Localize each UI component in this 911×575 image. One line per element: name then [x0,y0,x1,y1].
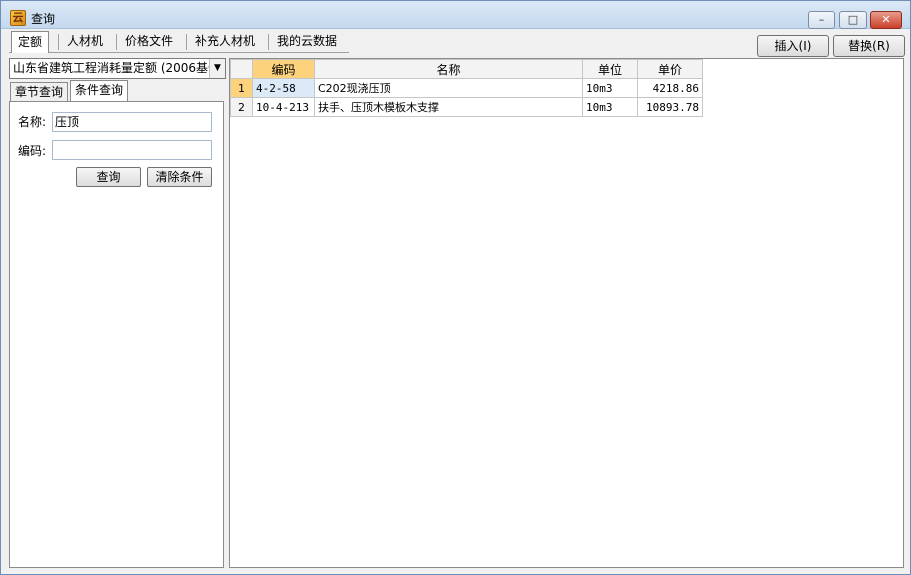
quota-library-value: 山东省建筑工程消耗量定额 (2006基价 [13,61,221,75]
cell-price[interactable]: 4218.86 [637,78,703,98]
tab-my-cloud-data[interactable]: 我的云数据 [271,31,343,53]
table-row[interactable]: 2 10-4-213 扶手、压顶木模板木支撑 10m3 10893.78 [230,97,703,117]
code-label: 编码: [18,144,47,158]
insert-button[interactable]: 插入(I) [757,35,829,57]
left-panel: 山东省建筑工程消耗量定额 (2006基价 ▼ 章节查询 条件查询 名称: 压顶 … [9,58,226,568]
query-window: 云 查询 – □ ✕ 定额 人材机 价格文件 补充人材机 我的云数据 插入(I)… [0,0,911,575]
cell-name[interactable]: 扶手、压顶木模板木支撑 [314,97,583,117]
maximize-icon[interactable]: □ [839,11,867,29]
results-table: 编码 名称 单位 单价 1 4-2-58 C202现浇压顶 10m3 4218.… [230,59,703,117]
name-label: 名称: [18,115,47,129]
results-grid[interactable]: 编码 名称 单位 单价 1 4-2-58 C202现浇压顶 10m3 4218.… [229,58,904,568]
table-row[interactable]: 1 4-2-58 C202现浇压顶 10m3 4218.86 [230,78,703,98]
window-title: 查询 [31,12,56,26]
chevron-down-icon[interactable]: ▼ [209,59,225,78]
cell-code[interactable]: 10-4-213 [252,97,315,117]
top-tab-bar: 定额 人材机 价格文件 补充人材机 我的云数据 [9,31,349,53]
name-field[interactable]: 压顶 [52,112,212,132]
tab-supplement-labor-material[interactable]: 补充人材机 [189,31,261,53]
query-button[interactable]: 查询 [76,167,141,187]
minimize-icon[interactable]: – [808,11,835,29]
row-number[interactable]: 1 [230,78,253,98]
tab-separator [58,34,59,50]
tab-separator [186,34,187,50]
column-header-unit[interactable]: 单位 [582,59,638,79]
cell-code[interactable]: 4-2-58 [252,78,315,98]
row-number-header [230,59,253,79]
cell-unit[interactable]: 10m3 [582,97,638,117]
clear-conditions-button[interactable]: 清除条件 [147,167,212,187]
condition-query-form: 名称: 压顶 编码: 查询 清除条件 [9,101,224,568]
close-icon[interactable]: ✕ [870,11,902,29]
column-header-code[interactable]: 编码 [252,59,315,79]
table-header-row: 编码 名称 单位 单价 [230,59,703,79]
cell-unit[interactable]: 10m3 [582,78,638,98]
tab-chapter-query[interactable]: 章节查询 [10,82,69,102]
tab-separator [116,34,117,50]
cell-name[interactable]: C202现浇压顶 [314,78,583,98]
tab-condition-query[interactable]: 条件查询 [70,80,129,102]
replace-button[interactable]: 替换(R) [833,35,905,57]
tab-quota[interactable]: 定额 [11,31,50,53]
quota-library-select[interactable]: 山东省建筑工程消耗量定额 (2006基价 ▼ [9,58,226,79]
code-field[interactable] [52,140,212,160]
title-bar[interactable]: 云 查询 – □ ✕ [1,1,910,29]
tab-separator [268,34,269,50]
column-header-name[interactable]: 名称 [314,59,583,79]
app-icon: 云 [10,10,26,26]
column-header-price[interactable]: 单价 [637,59,703,79]
tab-labor-material-machine[interactable]: 人材机 [61,31,109,53]
row-number[interactable]: 2 [230,97,253,117]
tab-price-file[interactable]: 价格文件 [119,31,179,53]
cell-price[interactable]: 10893.78 [637,97,703,117]
